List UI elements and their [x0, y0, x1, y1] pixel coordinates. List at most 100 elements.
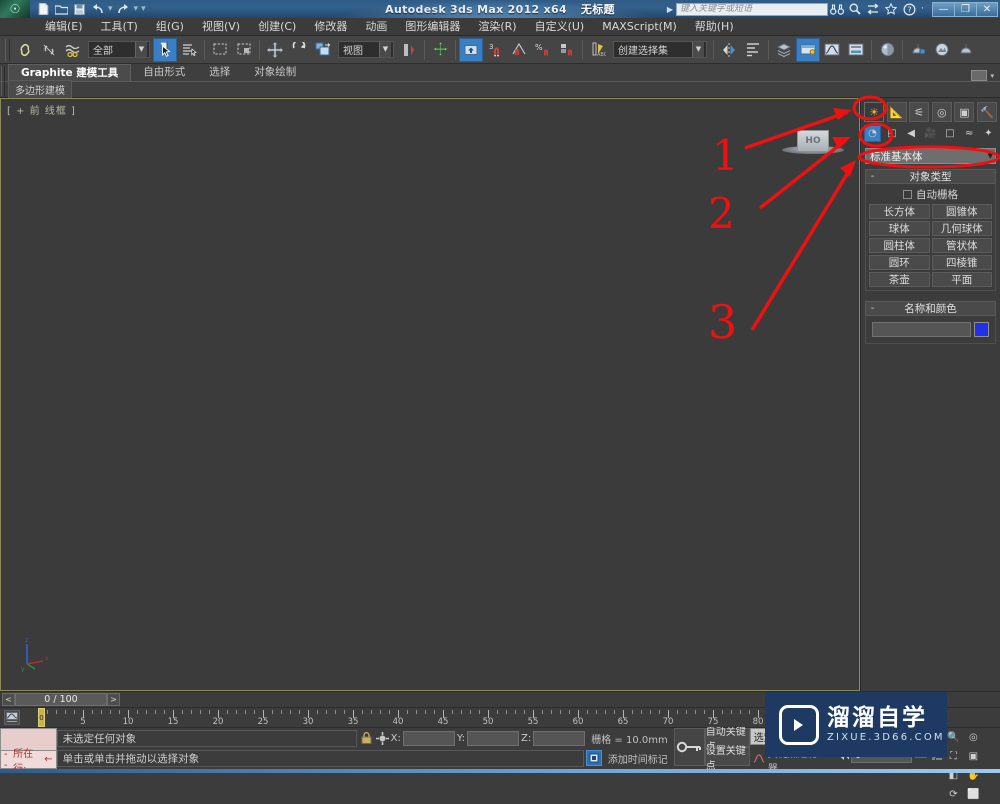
- select-by-name-icon[interactable]: [177, 38, 201, 62]
- autogrid-checkbox[interactable]: [903, 190, 912, 199]
- cp-create-systems[interactable]: ✦: [980, 125, 997, 142]
- coord-y-input[interactable]: [467, 730, 519, 746]
- search-input[interactable]: 键入关键字或短语: [676, 2, 828, 16]
- menu-tools[interactable]: 工具(T): [92, 18, 147, 36]
- time-playhead[interactable]: 0: [38, 708, 45, 727]
- menu-create[interactable]: 创建(C): [249, 18, 305, 36]
- percent-snap-toggle-icon[interactable]: %: [531, 38, 555, 62]
- binoculars-icon[interactable]: [828, 2, 846, 17]
- menu-views[interactable]: 视图(V): [193, 18, 249, 36]
- autogrid-row[interactable]: 自动栅格: [869, 187, 992, 202]
- ribbon-minimize-dropdown-icon[interactable]: ▾: [990, 72, 994, 80]
- graphite-modeling-toggle-icon[interactable]: [796, 37, 820, 62]
- obj-btn-sphere[interactable]: 球体: [869, 221, 930, 236]
- reference-coordinate-dropdown[interactable]: 视图 ▼: [338, 41, 394, 58]
- set-key-button[interactable]: 设置关键点: [704, 746, 750, 772]
- exchange-icon[interactable]: [864, 2, 882, 17]
- add-time-tag-label[interactable]: 添加时间标记: [602, 751, 674, 766]
- orbit-icon[interactable]: ⟳: [943, 785, 963, 804]
- named-selection-dropdown[interactable]: 创建选择集 ▼: [613, 41, 707, 58]
- coord-x-input[interactable]: [402, 730, 455, 746]
- maximize-viewport-icon[interactable]: ⬜: [963, 785, 983, 804]
- menu-animation[interactable]: 动画: [356, 18, 396, 36]
- obj-btn-geosphere[interactable]: 几何球体: [931, 221, 992, 236]
- ribbon-subtab-polygon-modeling[interactable]: 多边形建模: [8, 80, 72, 99]
- menu-rendering[interactable]: 渲染(R): [469, 18, 525, 36]
- toolbar-grip[interactable]: [5, 38, 10, 61]
- magnifier-icon[interactable]: [846, 2, 864, 17]
- viewport-front-wireframe[interactable]: [ + 前 线框 ] z y x: [0, 98, 860, 691]
- tab-selection[interactable]: 选择: [197, 64, 242, 81]
- chevron-down-icon-2[interactable]: ▼: [379, 42, 391, 57]
- render-production-icon[interactable]: [954, 38, 978, 62]
- menu-help[interactable]: 帮助(H): [686, 18, 743, 36]
- menu-edit[interactable]: 编辑(E): [36, 18, 92, 36]
- bind-to-space-warp-icon[interactable]: [61, 38, 85, 62]
- rollout-collapse-icon[interactable]: -: [866, 171, 879, 182]
- mirror-icon[interactable]: [717, 38, 741, 62]
- menu-customize[interactable]: 自定义(U): [526, 18, 594, 36]
- minimize-button[interactable]: —: [932, 1, 954, 17]
- render-setup-icon[interactable]: [906, 38, 930, 62]
- edit-named-selection-sets-icon[interactable]: ABC: [586, 38, 610, 62]
- use-center-flyout-icon[interactable]: [397, 38, 421, 62]
- obj-btn-teapot[interactable]: 茶壶: [869, 272, 930, 287]
- cp-tab-create[interactable]: ☀: [864, 102, 884, 122]
- render-frame-window-icon[interactable]: [930, 38, 954, 62]
- open-mini-curve-editor-icon[interactable]: [4, 710, 20, 725]
- menu-modifiers[interactable]: 修改器: [305, 18, 356, 36]
- add-time-tag-icon[interactable]: [585, 750, 602, 766]
- select-object-icon[interactable]: [153, 37, 177, 62]
- menu-maxscript[interactable]: MAXScript(M): [593, 18, 686, 36]
- maxscript-mini-listener[interactable]: -- 所在行: ←: [0, 728, 57, 775]
- schematic-view-icon[interactable]: [844, 38, 868, 62]
- select-and-rotate-icon[interactable]: [287, 38, 311, 62]
- object-category-dropdown[interactable]: 标准基本体 ▼: [865, 148, 996, 164]
- help-dropdown-icon[interactable]: ·: [918, 2, 927, 17]
- obj-btn-pyramid[interactable]: 四棱锥: [931, 255, 992, 270]
- zoom-all-icon[interactable]: ◎: [963, 728, 983, 747]
- cp-tab-display[interactable]: ▣: [954, 102, 975, 122]
- menu-graph-editors[interactable]: 图形编辑器: [396, 18, 469, 36]
- name-color-rollout-header[interactable]: - 名称和颜色: [865, 301, 996, 316]
- cp-tab-motion[interactable]: ◎: [931, 102, 952, 122]
- cp-tab-modify[interactable]: 📐: [886, 102, 907, 122]
- redo-icon[interactable]: [116, 2, 131, 16]
- curve-editor-icon[interactable]: [820, 38, 844, 62]
- snaps-toggle-icon[interactable]: 3: [483, 38, 507, 62]
- layer-manager-icon[interactable]: [772, 38, 796, 62]
- select-and-manipulate-icon[interactable]: [428, 38, 452, 62]
- tab-object-paint[interactable]: 对象绘制: [242, 64, 308, 81]
- cp-create-geometry[interactable]: ◔: [864, 125, 881, 142]
- cp-create-cameras[interactable]: 🎥: [922, 125, 939, 142]
- ribbon-minimize-icon[interactable]: [971, 70, 988, 81]
- undo-dropdown-icon[interactable]: ▾: [108, 4, 113, 14]
- spinner-snap-toggle-icon[interactable]: [555, 38, 579, 62]
- selection-lock-icon[interactable]: [359, 730, 375, 746]
- coord-z-input[interactable]: [533, 730, 586, 746]
- ribbon-grip[interactable]: [1, 66, 5, 96]
- viewcube-icon[interactable]: HO: [797, 130, 829, 152]
- keyboard-shortcut-override-icon[interactable]: [459, 37, 483, 62]
- zoom-region-icon[interactable]: ▣: [963, 747, 983, 766]
- material-editor-icon[interactable]: [875, 38, 899, 62]
- unlink-selection-icon[interactable]: [37, 38, 61, 62]
- cp-create-shapes[interactable]: ◱: [883, 125, 900, 142]
- redo-dropdown-icon[interactable]: ▾: [134, 4, 139, 14]
- cp-create-helpers[interactable]: □: [941, 125, 958, 142]
- tab-graphite-modeling-tools[interactable]: Graphite 建模工具: [8, 64, 132, 81]
- object-color-swatch[interactable]: [974, 322, 989, 337]
- restore-button[interactable]: ❐: [954, 1, 976, 17]
- viewport-label[interactable]: [ + 前 线框 ]: [7, 102, 76, 117]
- favorites-star-icon[interactable]: [882, 2, 900, 17]
- select-and-link-icon[interactable]: [13, 38, 37, 62]
- close-button[interactable]: ✕: [976, 1, 998, 17]
- menu-group[interactable]: 组(G): [147, 18, 193, 36]
- app-logo-icon[interactable]: ☉: [0, 0, 30, 18]
- help-question-icon[interactable]: ?: [900, 2, 918, 17]
- obj-btn-cylinder[interactable]: 圆柱体: [869, 238, 930, 253]
- new-file-icon[interactable]: [36, 2, 51, 16]
- cp-create-lights[interactable]: ◀: [903, 125, 920, 142]
- time-prev-frame-button[interactable]: <: [2, 693, 15, 706]
- undo-icon[interactable]: [90, 2, 105, 16]
